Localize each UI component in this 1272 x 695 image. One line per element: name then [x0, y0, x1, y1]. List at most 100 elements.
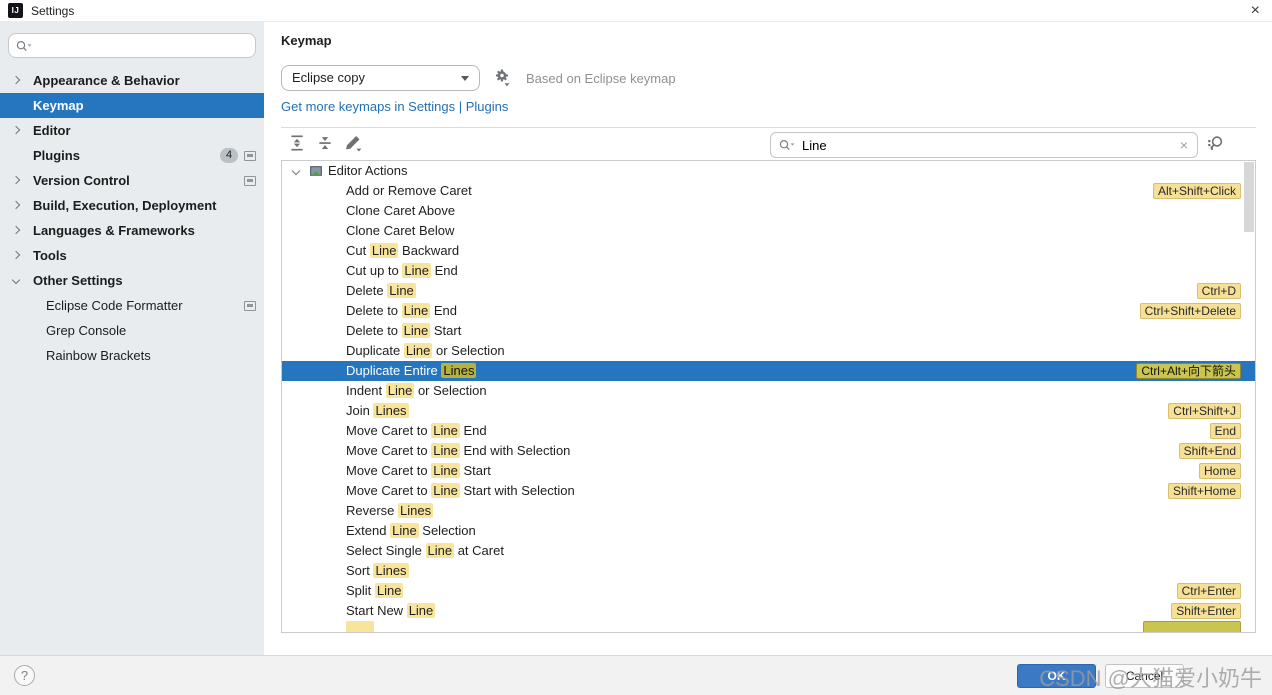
action-label: Move Caret to Line End with Selection: [346, 441, 570, 461]
sidebar-item-label: Keymap: [33, 98, 84, 113]
action-label: Join Lines: [346, 401, 409, 421]
chevron-right-icon[interactable]: [13, 227, 19, 233]
ok-button[interactable]: OK: [1017, 664, 1096, 688]
action-row-delete-to-line-start[interactable]: Delete to Line Start: [282, 321, 1255, 341]
sidebar-item-languages-frameworks[interactable]: Languages & Frameworks: [0, 218, 264, 243]
sidebar-item-build-execution-deployment[interactable]: Build, Execution, Deployment: [0, 193, 264, 218]
action-row-reverse-lines[interactable]: Reverse Lines: [282, 501, 1255, 521]
action-row-move-caret-to-line-end-with-selection[interactable]: Move Caret to Line End with Selection Shi…: [282, 441, 1255, 461]
action-row-delete-to-line-end[interactable]: Delete to Line EndCtrl+Shift+Delete: [282, 301, 1255, 321]
sidebar-item-keymap[interactable]: Keymap: [0, 93, 264, 118]
action-label: Move Caret to Line Start with Selection: [346, 481, 575, 501]
settings-sidebar: Appearance & BehaviorKeymapEditorPlugins…: [0, 22, 264, 655]
search-match-highlight: Line: [407, 603, 436, 618]
help-icon[interactable]: ?: [14, 665, 35, 686]
chevron-right-icon[interactable]: [13, 202, 19, 208]
sidebar-item-label: Languages & Frameworks: [33, 223, 195, 238]
search-icon: [779, 139, 796, 151]
action-label: Cut up to Line End: [346, 261, 458, 281]
action-label: Move Caret to Line Start: [346, 461, 491, 481]
sidebar-item-label: Tools: [33, 248, 67, 263]
actions-search-box[interactable]: ×: [770, 132, 1198, 158]
get-more-keymaps-link[interactable]: Get more keymaps in Settings | Plugins: [281, 99, 508, 114]
action-row-cut-up-to-line-end[interactable]: Cut up to Line End: [282, 261, 1255, 281]
action-row-extend-line-selection[interactable]: Extend Line Selection: [282, 521, 1255, 541]
shortcut-badge: Ctrl+Shift+Delete: [1140, 303, 1241, 319]
chevron-right-icon[interactable]: [13, 77, 19, 83]
action-label: Clone Caret Below: [346, 221, 454, 241]
action-label: Extend Line Selection: [346, 521, 476, 541]
chevron-down-icon: [791, 143, 795, 145]
action-row-cut-line-backward[interactable]: Cut Line Backward: [282, 241, 1255, 261]
action-row-split-line[interactable]: Split LineCtrl+Enter: [282, 581, 1255, 601]
scrollbar-thumb[interactable]: [1244, 162, 1254, 232]
sidebar-item-label: Build, Execution, Deployment: [33, 198, 216, 213]
action-row-add-or-remove-caret[interactable]: Add or Remove CaretAlt+Shift+Click: [282, 181, 1255, 201]
search-match-highlight: Line: [431, 483, 460, 498]
close-icon[interactable]: ×: [1251, 0, 1260, 22]
action-row-clone-caret-above[interactable]: Clone Caret Above: [282, 201, 1255, 221]
settings-page-icon: [244, 151, 256, 161]
edit-shortcut-icon[interactable]: [344, 134, 362, 152]
action-label: Reverse Lines: [346, 501, 433, 521]
action-label: Delete Line: [346, 281, 416, 301]
sidebar-item-tools[interactable]: Tools: [0, 243, 264, 268]
settings-search-input[interactable]: [38, 38, 255, 53]
sidebar-item-eclipse-code-formatter[interactable]: Eclipse Code Formatter: [0, 293, 264, 318]
search-match-highlight: Line: [402, 323, 431, 338]
chevron-right-icon[interactable]: [13, 252, 19, 258]
chevron-right-icon[interactable]: [13, 127, 19, 133]
cancel-button[interactable]: Cancel: [1105, 664, 1184, 688]
sidebar-item-plugins[interactable]: Plugins4: [0, 143, 264, 168]
clear-search-icon[interactable]: ×: [1171, 137, 1197, 153]
action-row-move-caret-to-line-end[interactable]: Move Caret to Line EndEnd: [282, 421, 1255, 441]
based-on-label: Based on Eclipse keymap: [526, 71, 676, 86]
dialog-footer: ? OK Cancel CSDN @大猫爱小奶牛: [0, 655, 1272, 695]
action-row-select-single-line-at-caret[interactable]: Select Single Line at Caret: [282, 541, 1255, 561]
sidebar-item-appearance-behavior[interactable]: Appearance & Behavior: [0, 68, 264, 93]
title-bar: IJ Settings ×: [0, 0, 1272, 22]
action-label: Cut Line Backward: [346, 241, 459, 261]
action-row-duplicate-line-or-selection[interactable]: Duplicate Line or Selection: [282, 341, 1255, 361]
action-row-move-caret-to-line-start-with-selection[interactable]: Move Caret to Line Start with SelectionS…: [282, 481, 1255, 501]
action-row-clone-caret-below[interactable]: Clone Caret Below: [282, 221, 1255, 241]
chevron-down-icon[interactable]: [13, 277, 19, 283]
actions-search-input[interactable]: [802, 138, 1171, 153]
gear-icon[interactable]: [492, 68, 512, 88]
action-row-duplicate-entire-lines[interactable]: Duplicate Entire LinesCtrl+Alt+向下箭头: [282, 361, 1255, 381]
chevron-down-icon[interactable]: [293, 168, 299, 174]
expand-all-icon[interactable]: [288, 134, 306, 152]
intellij-logo-icon: IJ: [8, 3, 23, 18]
chevron-right-icon[interactable]: [13, 177, 19, 183]
action-row-join-lines[interactable]: Join LinesCtrl+Shift+J: [282, 401, 1255, 421]
sidebar-item-other-settings[interactable]: Other Settings: [0, 268, 264, 293]
keymap-select[interactable]: Eclipse copy: [281, 65, 480, 91]
tree-group-editor-actions[interactable]: Editor Actions: [282, 161, 1255, 181]
search-match-highlight: Line: [431, 463, 460, 478]
shortcut-badge: Shift+End: [1179, 443, 1241, 459]
action-row-sort-lines[interactable]: Sort Lines: [282, 561, 1255, 581]
action-label: Split Line: [346, 581, 403, 601]
find-by-shortcut-icon[interactable]: [1205, 134, 1225, 154]
action-row-delete-line[interactable]: Delete LineCtrl+D: [282, 281, 1255, 301]
search-match-highlight: Line: [375, 583, 404, 598]
settings-search-box[interactable]: [8, 33, 256, 58]
keymap-actions-tree: Editor Actions Add or Remove CaretAlt+Sh…: [281, 160, 1256, 633]
partial-row-shortcut-badge: [1143, 621, 1241, 633]
collapse-all-icon[interactable]: [316, 134, 334, 152]
action-row-move-caret-to-line-start[interactable]: Move Caret to Line StartHome: [282, 461, 1255, 481]
sidebar-item-rainbow-brackets[interactable]: Rainbow Brackets: [0, 343, 264, 368]
search-match-highlight: Line: [402, 303, 431, 318]
sidebar-item-label: Plugins: [33, 148, 80, 163]
sidebar-item-editor[interactable]: Editor: [0, 118, 264, 143]
tree-group-label: Editor Actions: [328, 161, 408, 181]
chevron-down-icon: [28, 44, 32, 46]
action-row-start-new-line[interactable]: Start New LineShift+Enter: [282, 601, 1255, 621]
sidebar-item-grep-console[interactable]: Grep Console: [0, 318, 264, 343]
search-match-highlight: Lines: [373, 403, 408, 418]
sidebar-item-version-control[interactable]: Version Control: [0, 168, 264, 193]
action-row-indent-line-or-selection[interactable]: Indent Line or Selection: [282, 381, 1255, 401]
search-match-highlight: Lines: [373, 563, 408, 578]
shortcut-badge: Alt+Shift+Click: [1153, 183, 1241, 199]
action-label: Delete to Line Start: [346, 321, 461, 341]
